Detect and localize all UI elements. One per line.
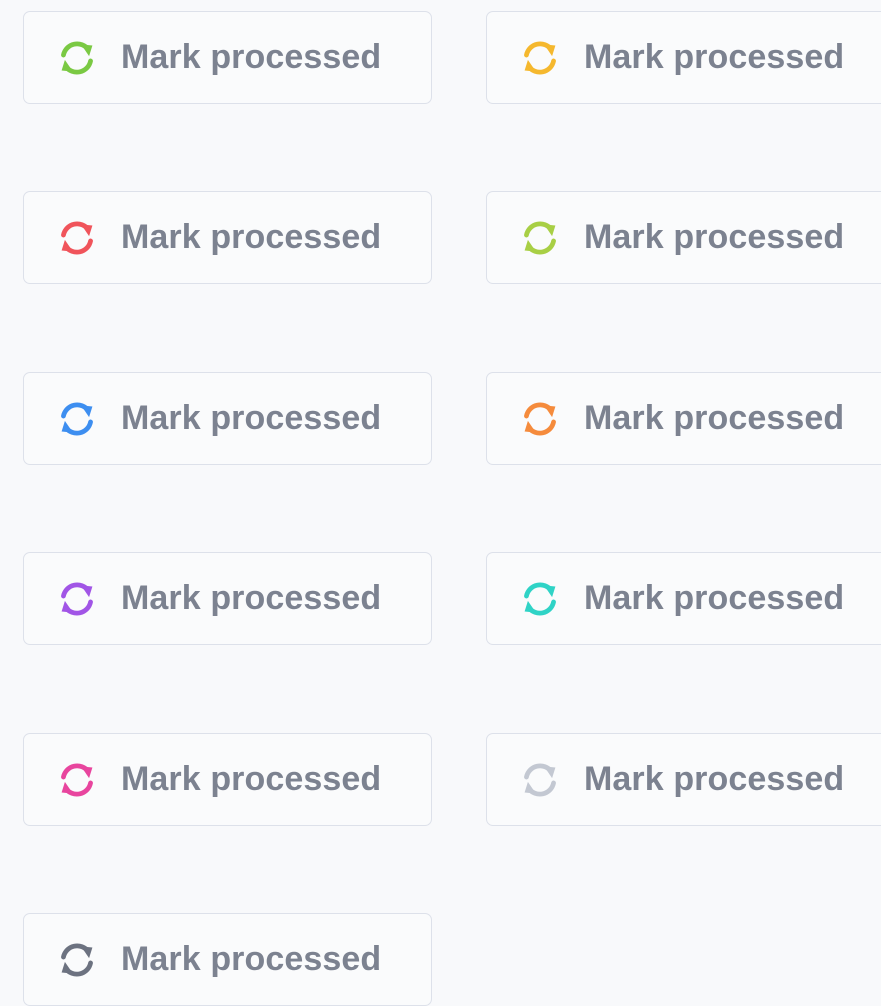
button-label: Mark processed (121, 38, 382, 76)
mark-processed-button-pink[interactable]: Mark processed (23, 733, 432, 826)
button-label: Mark processed (121, 218, 382, 256)
refresh-icon (55, 216, 99, 260)
refresh-icon (518, 216, 562, 260)
mark-processed-button-purple[interactable]: Mark processed (23, 552, 432, 645)
mark-processed-button-blue[interactable]: Mark processed (23, 372, 432, 465)
button-label: Mark processed (584, 760, 845, 798)
mark-processed-button-lime[interactable]: Mark processed (486, 191, 881, 284)
mark-processed-button-red[interactable]: Mark processed (23, 191, 432, 284)
refresh-icon (55, 577, 99, 621)
button-label: Mark processed (584, 579, 845, 617)
mark-processed-button-orange[interactable]: Mark processed (486, 372, 881, 465)
button-label: Mark processed (121, 760, 382, 798)
button-label: Mark processed (121, 940, 382, 978)
mark-processed-button-dark-gray[interactable]: Mark processed (23, 913, 432, 1006)
refresh-icon (518, 758, 562, 802)
button-label: Mark processed (584, 38, 845, 76)
button-label: Mark processed (584, 399, 845, 437)
button-label: Mark processed (584, 218, 845, 256)
refresh-icon (55, 397, 99, 441)
refresh-icon (518, 397, 562, 441)
mark-processed-button-teal[interactable]: Mark processed (486, 552, 881, 645)
refresh-icon (518, 36, 562, 80)
mark-processed-button-green[interactable]: Mark processed (23, 11, 432, 104)
refresh-icon (55, 758, 99, 802)
button-label: Mark processed (121, 399, 382, 437)
refresh-icon (55, 36, 99, 80)
mark-processed-button-light-gray[interactable]: Mark processed (486, 733, 881, 826)
mark-processed-button-yellow[interactable]: Mark processed (486, 11, 881, 104)
refresh-icon (55, 938, 99, 982)
button-label: Mark processed (121, 579, 382, 617)
refresh-icon (518, 577, 562, 621)
